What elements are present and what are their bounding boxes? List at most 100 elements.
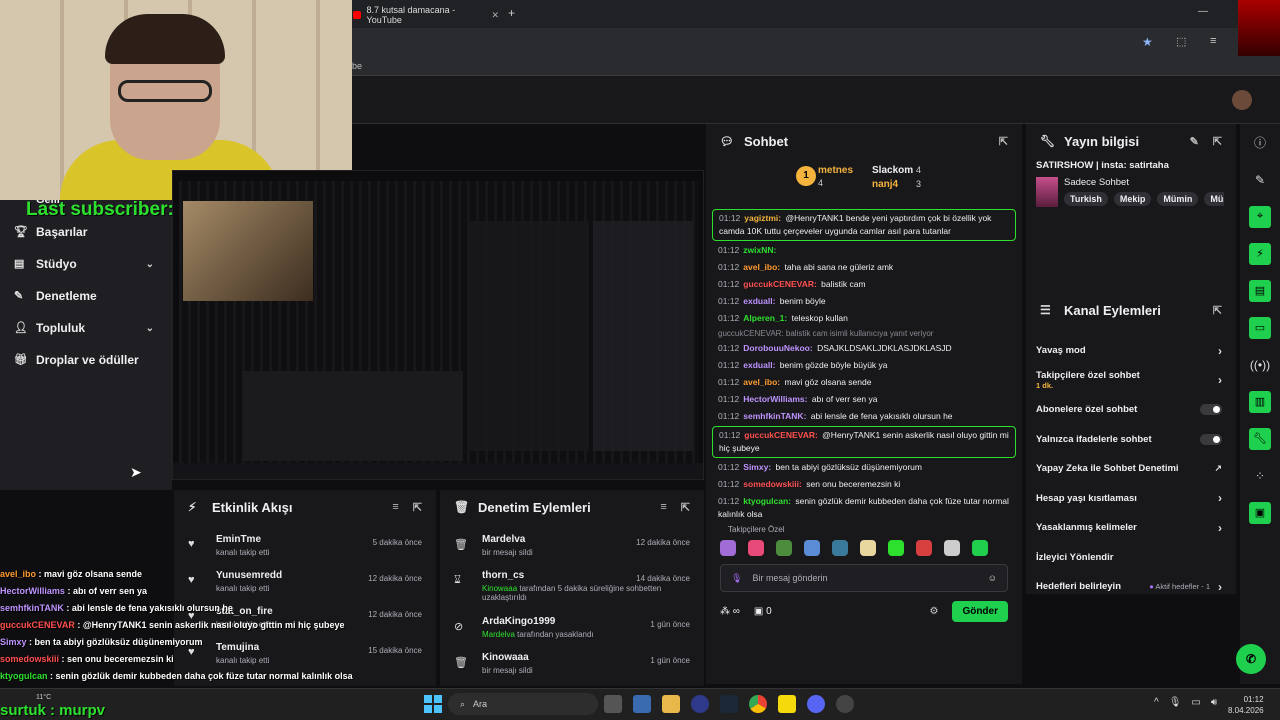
rail-item[interactable]: ⌖ [1240,198,1280,235]
action-followers-only[interactable]: Takipçilere özel sohbet 1 dk. › [1026,366,1236,396]
rail-item[interactable]: 🔧︎ [1240,420,1280,457]
folder-icon[interactable] [662,695,680,713]
rail-item[interactable]: ▥ [1240,383,1280,420]
chat-username[interactable]: DorobouuNekoo: [743,343,812,353]
action-account-age[interactable]: Hesap yaşı kısıtlaması › [1026,484,1236,514]
chat-username[interactable]: avel_ibo: [743,262,780,272]
broadcast-icon[interactable]: ((•)) [1240,346,1280,383]
action-goals[interactable]: Hedefleri belirleyin ● Aktif hedefler - 1… [1026,572,1236,602]
send-button[interactable]: Gönder [952,600,1008,622]
action-emote-only[interactable]: Yalnızca ifadelerle sohbet [1026,425,1236,455]
info-icon[interactable]: ⓘ [1240,124,1280,161]
leader-first-name[interactable]: metnes [818,165,853,176]
bookmark-star-icon[interactable]: ★ [1142,35,1153,49]
action-banned-words[interactable]: Yasaklanmış kelimeler › [1026,513,1236,543]
network-icon[interactable]: ▭ [1191,697,1200,708]
moderator-name[interactable]: Mardelva [482,630,515,639]
chat-username[interactable]: yagiztmi: [744,213,781,223]
emote-icon[interactable] [860,540,876,556]
emote-icon[interactable] [720,540,736,556]
moderator-name[interactable]: Kinowaaa [482,584,517,593]
nav-item-community[interactable]: 👤︎ Topluluk ⌄ [0,312,172,344]
chat-username[interactable]: semhfkinTANK: [743,411,806,421]
chat-username[interactable]: avel_ibo: [743,377,780,387]
chat-username[interactable]: exduall: [743,296,775,306]
toggle-switch[interactable] [1200,404,1222,416]
nav-item-drops[interactable]: 🎁︎ Droplar ve ödüller [0,344,172,376]
chat-username[interactable]: exduall: [743,360,775,370]
chat-username[interactable]: guccukCENEVAR: [744,430,818,440]
chat-username[interactable]: ktyogulcan: [743,496,791,506]
popout-icon[interactable]: ⇱ [1213,135,1222,148]
chat-username[interactable]: somedowskiii: [743,479,802,489]
action-subscribers-only[interactable]: Abonelere özel sohbet [1026,395,1236,425]
support-button[interactable]: ✆ [1236,644,1266,674]
leader-second-name[interactable]: Slackom [872,165,913,176]
chat-username[interactable]: zwixNN: [743,245,776,255]
popout-icon[interactable]: ⇱ [681,501,690,514]
chat-username[interactable]: guccukCENEVAR: [743,279,817,289]
toggle-switch[interactable] [1200,433,1222,445]
points-icon[interactable]: ▣ 0 [754,606,772,617]
chat-input[interactable]: 🎙︎ Bir mesaj gönderin ☺ [720,564,1008,592]
nav-item-studio[interactable]: ▤ Stüdyo ⌄ [0,248,172,280]
calculator-icon[interactable] [633,695,651,713]
emote-icon[interactable] [832,540,848,556]
emote-icon[interactable] [804,540,820,556]
tag[interactable]: Mümin [1157,192,1199,206]
emoji-icon[interactable]: ☺ [988,573,997,583]
chat-username[interactable]: Alperen_1: [743,313,787,323]
chrome-icon[interactable] [749,695,767,713]
stream-preview[interactable] [172,170,704,480]
emote-icon[interactable] [748,540,764,556]
taskview-icon[interactable] [604,695,622,713]
chevron-up-icon[interactable]: ^ [1154,697,1159,708]
emote-icon[interactable] [972,540,988,556]
notes-icon[interactable] [778,695,796,713]
bits-icon[interactable]: ⁂ ∞ [720,606,740,617]
tag[interactable]: Turkish [1064,192,1108,206]
obs-icon[interactable] [691,695,709,713]
popout-icon[interactable]: ⇱ [413,501,422,514]
emote-icon[interactable] [776,540,792,556]
nav-item-moderation[interactable]: ✎ Denetleme [0,280,172,312]
rail-item[interactable]: ▣ [1240,494,1280,531]
browser-tab[interactable]: 8.7 kutsal damacana - YouTube ✕ [345,4,505,26]
app-icon[interactable] [836,695,854,713]
rail-item[interactable]: ⚡︎ [1240,235,1280,272]
taskbar-search[interactable]: ⌕ Ara [448,693,598,715]
gear-icon[interactable]: ⚙ [929,606,938,617]
action-raid[interactable]: İzleyici Yönlendir [1026,543,1236,573]
action-ai-moderation[interactable]: Yapay Zeka ile Sohbet Denetimi ↗ [1026,454,1236,484]
leader-third-name[interactable]: nanj4 [872,179,898,190]
extensions-icon[interactable]: ⬚ [1176,35,1186,48]
rail-item[interactable]: ▭ [1240,309,1280,346]
popout-icon[interactable]: ⇱ [999,135,1008,148]
tag[interactable]: Mekip [1113,192,1152,206]
menu-icon[interactable]: ≡ [1210,35,1216,47]
filter-icon[interactable]: ≡ [392,501,398,514]
close-tab-icon[interactable]: ✕ [491,10,499,21]
edit-icon[interactable]: ✎ [1190,135,1199,148]
steam-icon[interactable] [720,695,738,713]
mic-icon[interactable]: 🎙︎ [731,573,742,584]
share-icon[interactable]: ⁘ [1240,457,1280,494]
emote-icon[interactable] [944,540,960,556]
chat-username[interactable]: HectorWilliams: [743,394,807,404]
bookmark-fragment[interactable]: be [352,61,362,71]
new-tab-icon[interactable]: + [508,6,515,20]
filter-icon[interactable]: ≡ [660,501,666,514]
discord-icon[interactable] [807,695,825,713]
category-name[interactable]: Sadece Sohbet [1064,177,1224,188]
mic-icon[interactable]: 🎙︎ [1169,697,1182,708]
taskbar-clock[interactable]: 01:12 8.04.2026 [1228,694,1264,716]
edit-icon[interactable]: ✎ [1240,161,1280,198]
minimize-icon[interactable]: — [1198,6,1208,17]
tag[interactable]: Müs [1204,192,1224,206]
avatar[interactable] [1232,90,1252,110]
action-slow-mode[interactable]: Yavaş mod › [1026,336,1236,366]
volume-icon[interactable]: 🔊︎ [1211,697,1217,708]
emote-icon[interactable] [916,540,932,556]
emote-icon[interactable] [888,540,904,556]
popout-icon[interactable]: ⇱ [1213,304,1222,317]
